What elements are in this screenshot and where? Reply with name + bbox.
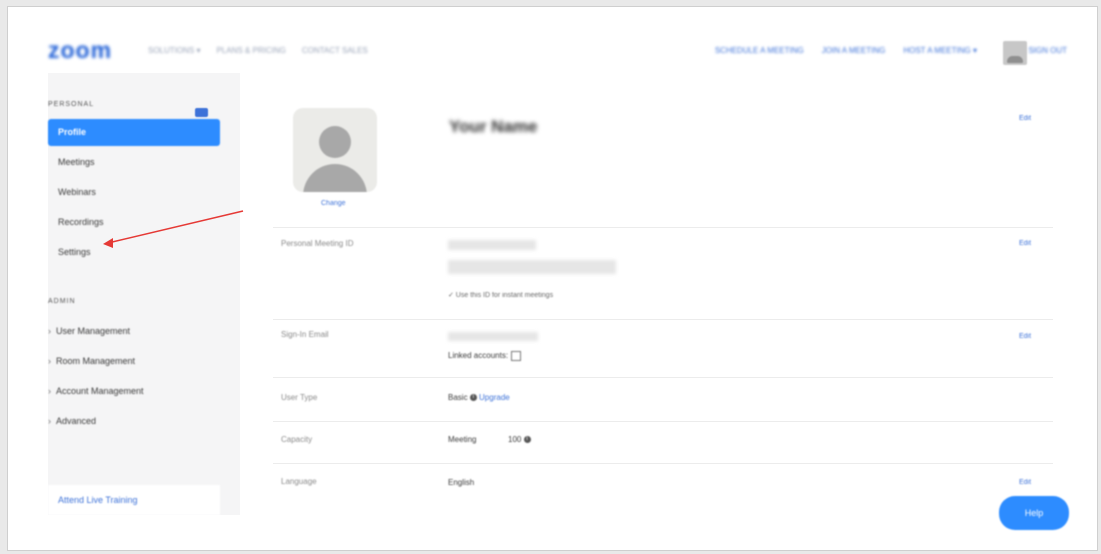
annotation-arrow	[103, 210, 244, 248]
arrow-line	[107, 210, 244, 244]
arrow-head-icon	[103, 238, 113, 248]
